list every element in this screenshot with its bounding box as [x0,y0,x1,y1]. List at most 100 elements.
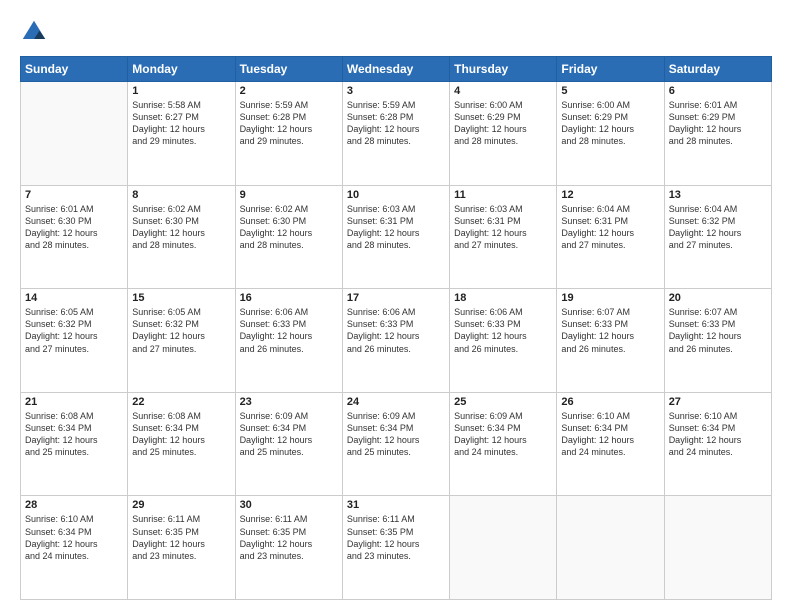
calendar-cell: 22Sunrise: 6:08 AM Sunset: 6:34 PM Dayli… [128,392,235,496]
header-day-tuesday: Tuesday [235,57,342,82]
calendar-cell: 20 Sunrise: 6:07 AM Sunset: 6:33 PM Dayli… [664,289,771,393]
header-day-saturday: Saturday [664,57,771,82]
day-number: 15 [132,292,230,304]
day-info: Sunrise: 6:08 AM Sunset: 6:34 PM Dayligh… [25,410,123,459]
day-number: 14 [25,292,123,304]
calendar-cell: 17 Sunrise: 6:06 AM Sunset: 6:33 PM Dayli… [342,289,449,393]
calendar-cell: 5 Sunrise: 6:00 AM Sunset: 6:29 PM Daylig… [557,82,664,186]
day-number: 31 [347,499,445,511]
day-info: Sunrise: 6:07 AM Sunset: 6:33 PM Dayligh… [669,306,767,355]
logo-icon [20,18,48,46]
day-number: 29 [132,499,230,511]
calendar-cell: 25Sunrise: 6:09 AM Sunset: 6:34 PM Dayli… [450,392,557,496]
calendar-header-row: SundayMondayTuesdayWednesdayThursdayFrid… [21,57,772,82]
calendar-cell: 3 Sunrise: 5:59 AM Sunset: 6:28 PM Daylig… [342,82,449,186]
header [20,18,772,46]
day-number: 6 [669,85,767,97]
day-number: 4 [454,85,552,97]
day-number: 13 [669,189,767,201]
day-number: 17 [347,292,445,304]
calendar-cell: 19 Sunrise: 6:07 AM Sunset: 6:33 PM Dayli… [557,289,664,393]
day-info: Sunrise: 6:05 AM Sunset: 6:32 PM Dayligh… [25,306,123,355]
calendar-cell: 1 Sunrise: 5:58 AM Sunset: 6:27 PM Daylig… [128,82,235,186]
day-info: Sunrise: 6:11 AM Sunset: 6:35 PM Dayligh… [347,513,445,562]
day-info: Sunrise: 6:10 AM Sunset: 6:34 PM Dayligh… [25,513,123,562]
day-number: 12 [561,189,659,201]
calendar-cell: 7 Sunrise: 6:01 AM Sunset: 6:30 PM Daylig… [21,185,128,289]
day-number: 21 [25,396,123,408]
day-info: Sunrise: 6:10 AM Sunset: 6:34 PM Dayligh… [561,410,659,459]
day-info: Sunrise: 6:03 AM Sunset: 6:31 PM Dayligh… [347,203,445,252]
header-day-wednesday: Wednesday [342,57,449,82]
week-row-2: 14 Sunrise: 6:05 AM Sunset: 6:32 PM Dayli… [21,289,772,393]
day-info: Sunrise: 6:09 AM Sunset: 6:34 PM Dayligh… [240,410,338,459]
calendar-cell: 8 Sunrise: 6:02 AM Sunset: 6:30 PM Daylig… [128,185,235,289]
calendar-cell [664,496,771,600]
day-info: Sunrise: 6:01 AM Sunset: 6:29 PM Dayligh… [669,99,767,148]
calendar-cell: 15 Sunrise: 6:05 AM Sunset: 6:32 PM Dayli… [128,289,235,393]
day-number: 10 [347,189,445,201]
calendar-cell [21,82,128,186]
day-number: 27 [669,396,767,408]
calendar-cell: 6 Sunrise: 6:01 AM Sunset: 6:29 PM Daylig… [664,82,771,186]
calendar-cell: 30Sunrise: 6:11 AM Sunset: 6:35 PM Dayli… [235,496,342,600]
calendar-cell: 10 Sunrise: 6:03 AM Sunset: 6:31 PM Dayli… [342,185,449,289]
day-info: Sunrise: 6:05 AM Sunset: 6:32 PM Dayligh… [132,306,230,355]
day-number: 19 [561,292,659,304]
day-info: Sunrise: 6:00 AM Sunset: 6:29 PM Dayligh… [561,99,659,148]
day-info: Sunrise: 6:00 AM Sunset: 6:29 PM Dayligh… [454,99,552,148]
calendar-cell [557,496,664,600]
logo [20,18,52,46]
day-number: 22 [132,396,230,408]
day-info: Sunrise: 6:07 AM Sunset: 6:33 PM Dayligh… [561,306,659,355]
week-row-1: 7 Sunrise: 6:01 AM Sunset: 6:30 PM Daylig… [21,185,772,289]
day-number: 20 [669,292,767,304]
day-number: 8 [132,189,230,201]
day-number: 2 [240,85,338,97]
day-info: Sunrise: 6:06 AM Sunset: 6:33 PM Dayligh… [240,306,338,355]
day-info: Sunrise: 5:59 AM Sunset: 6:28 PM Dayligh… [240,99,338,148]
calendar-cell: 12Sunrise: 6:04 AM Sunset: 6:31 PM Dayli… [557,185,664,289]
day-number: 23 [240,396,338,408]
day-info: Sunrise: 6:04 AM Sunset: 6:32 PM Dayligh… [669,203,767,252]
calendar-cell: 21 Sunrise: 6:08 AM Sunset: 6:34 PM Dayli… [21,392,128,496]
day-info: Sunrise: 5:58 AM Sunset: 6:27 PM Dayligh… [132,99,230,148]
day-info: Sunrise: 6:02 AM Sunset: 6:30 PM Dayligh… [132,203,230,252]
day-info: Sunrise: 6:02 AM Sunset: 6:30 PM Dayligh… [240,203,338,252]
week-row-0: 1 Sunrise: 5:58 AM Sunset: 6:27 PM Daylig… [21,82,772,186]
day-number: 5 [561,85,659,97]
day-info: Sunrise: 6:11 AM Sunset: 6:35 PM Dayligh… [132,513,230,562]
day-info: Sunrise: 5:59 AM Sunset: 6:28 PM Dayligh… [347,99,445,148]
calendar-cell: 13 Sunrise: 6:04 AM Sunset: 6:32 PM Dayli… [664,185,771,289]
header-day-friday: Friday [557,57,664,82]
calendar-cell: 28 Sunrise: 6:10 AM Sunset: 6:34 PM Dayli… [21,496,128,600]
day-number: 18 [454,292,552,304]
day-info: Sunrise: 6:09 AM Sunset: 6:34 PM Dayligh… [454,410,552,459]
day-number: 9 [240,189,338,201]
calendar-cell: 23 Sunrise: 6:09 AM Sunset: 6:34 PM Dayli… [235,392,342,496]
day-number: 1 [132,85,230,97]
day-info: Sunrise: 6:09 AM Sunset: 6:34 PM Dayligh… [347,410,445,459]
calendar-cell: 4 Sunrise: 6:00 AM Sunset: 6:29 PM Daylig… [450,82,557,186]
day-number: 11 [454,189,552,201]
header-day-sunday: Sunday [21,57,128,82]
day-number: 28 [25,499,123,511]
day-info: Sunrise: 6:06 AM Sunset: 6:33 PM Dayligh… [454,306,552,355]
day-number: 26 [561,396,659,408]
calendar-cell: 9 Sunrise: 6:02 AM Sunset: 6:30 PM Daylig… [235,185,342,289]
day-number: 7 [25,189,123,201]
calendar-cell: 27 Sunrise: 6:10 AM Sunset: 6:34 PM Dayli… [664,392,771,496]
calendar-cell: 14 Sunrise: 6:05 AM Sunset: 6:32 PM Dayli… [21,289,128,393]
day-number: 3 [347,85,445,97]
page: SundayMondayTuesdayWednesdayThursdayFrid… [0,0,792,612]
day-info: Sunrise: 6:03 AM Sunset: 6:31 PM Dayligh… [454,203,552,252]
day-info: Sunrise: 6:10 AM Sunset: 6:34 PM Dayligh… [669,410,767,459]
day-info: Sunrise: 6:06 AM Sunset: 6:33 PM Dayligh… [347,306,445,355]
calendar-cell: 24Sunrise: 6:09 AM Sunset: 6:34 PM Dayli… [342,392,449,496]
week-row-3: 21 Sunrise: 6:08 AM Sunset: 6:34 PM Dayli… [21,392,772,496]
day-info: Sunrise: 6:01 AM Sunset: 6:30 PM Dayligh… [25,203,123,252]
header-day-monday: Monday [128,57,235,82]
day-number: 30 [240,499,338,511]
calendar-cell: 18 Sunrise: 6:06 AM Sunset: 6:33 PM Dayli… [450,289,557,393]
calendar-cell: 26 Sunrise: 6:10 AM Sunset: 6:34 PM Dayli… [557,392,664,496]
